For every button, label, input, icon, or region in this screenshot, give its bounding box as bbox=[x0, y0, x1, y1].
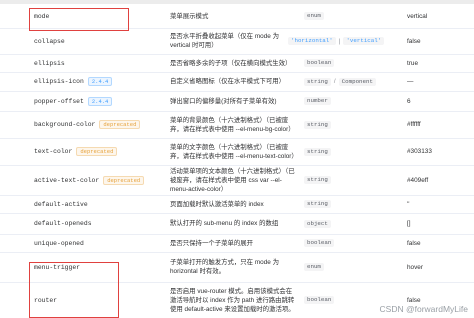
attr-name: text-color bbox=[34, 148, 73, 155]
table-row: popper-offset 2.4.4 弹出窗口的偏移量(对所有子菜单有效) nu… bbox=[0, 91, 474, 112]
table-row: default-active 页面加载时默认激活菜单的 index string… bbox=[0, 195, 474, 214]
attr-name: popper-offset bbox=[34, 97, 84, 105]
attr-default: '' bbox=[407, 200, 410, 208]
attr-desc: 子菜单打开的触发方式，只在 mode 为 horizontal 时有效。 bbox=[170, 259, 280, 275]
attr-desc: 弹出窗口的偏移量(对所有子菜单有效) bbox=[170, 97, 277, 105]
attr-desc: 菜单的背景颜色（十六进制格式）（已被废弃，请在样式表中使用 --el-menu-… bbox=[170, 116, 295, 133]
attr-default: [] bbox=[407, 220, 411, 227]
attr-name: default-active bbox=[34, 200, 88, 208]
table-row: active-text-color deprecated 活动菜单项的文本颜色（十… bbox=[0, 165, 474, 196]
attr-default: #409eff bbox=[407, 176, 429, 184]
attr-desc: 自定义省略图标（仅在水平模式下可用） bbox=[170, 78, 286, 85]
attr-type: object bbox=[304, 219, 331, 228]
attr-default: 6 bbox=[407, 97, 411, 105]
table-row: default-openeds 默认打开的 sub-menu 的 index 的… bbox=[0, 213, 474, 235]
attr-default: true bbox=[407, 59, 419, 67]
attr-type: string bbox=[304, 147, 331, 156]
attr-name: unique-opened bbox=[34, 239, 84, 247]
table-row: ellipsis 是否省略多余的子项（仅在横向模式生效） boolean tru… bbox=[0, 54, 474, 73]
attr-type: 'horizontal' bbox=[288, 37, 336, 45]
attr-default: false bbox=[407, 239, 421, 247]
table-row: ellipsis-icon 2.4.4 自定义省略图标（仅在水平模式下可用） st… bbox=[0, 72, 474, 92]
attr-default: — bbox=[407, 78, 414, 85]
attr-name: background-color bbox=[34, 121, 96, 128]
watermark: CSDN @forwardMyLife bbox=[379, 304, 468, 314]
attr-name: ellipsis bbox=[34, 59, 65, 67]
attr-name: ellipsis-icon bbox=[34, 78, 84, 85]
attr-desc: 菜单展示模式 bbox=[170, 12, 209, 20]
attr-default: #ffffff bbox=[407, 121, 421, 128]
attr-default: false bbox=[407, 37, 421, 45]
attr-desc: 是否启用 vue-router 模式。启用该模式会在激活导航时以 index 作… bbox=[170, 287, 295, 313]
attr-type: boolean bbox=[304, 59, 335, 67]
version-tag: 2.4.4 bbox=[87, 77, 113, 86]
table-row: unique-opened 是否只保持一个子菜单的展开 boolean fals… bbox=[0, 234, 474, 253]
attr-type: number bbox=[304, 97, 331, 105]
deprecated-tag: deprecated bbox=[76, 147, 118, 156]
attr-default: #303133 bbox=[407, 148, 432, 155]
highlight-box-mode bbox=[29, 8, 129, 31]
highlight-box-router bbox=[29, 262, 119, 318]
attr-desc: 是否只保持一个子菜单的展开 bbox=[170, 239, 254, 247]
attr-type: string bbox=[304, 120, 331, 129]
attr-desc: 页面加载时默认激活菜单的 index bbox=[170, 200, 264, 208]
attr-type: string bbox=[304, 77, 331, 86]
attr-desc: 默认打开的 sub-menu 的 index 的数组 bbox=[170, 220, 279, 227]
attr-type: enum bbox=[304, 263, 324, 271]
attr-type: Component bbox=[338, 77, 376, 86]
attr-type: 'vertical' bbox=[343, 37, 385, 45]
deprecated-tag: deprecated bbox=[103, 175, 145, 185]
attr-desc: 是否水平折叠收起菜单（仅在 mode 为 vertical 时可用） bbox=[170, 33, 280, 49]
table-row: collapse 是否水平折叠收起菜单（仅在 mode 为 vertical 时… bbox=[0, 28, 474, 55]
table-row: text-color deprecated 菜单的文字颜色（十六进制格式）（已被废… bbox=[0, 138, 474, 166]
attr-type: enum bbox=[304, 12, 324, 20]
attr-desc: 活动菜单项的文本颜色（十六进制格式）（已被废弃，请在样式表中使用 css var… bbox=[170, 167, 295, 193]
attr-default: hover bbox=[407, 263, 423, 271]
deprecated-tag: deprecated bbox=[99, 120, 141, 129]
attr-type: string bbox=[304, 176, 331, 184]
version-tag: 2.4.4 bbox=[87, 96, 113, 106]
attr-desc: 是否省略多余的子项（仅在横向模式生效） bbox=[170, 59, 292, 67]
attr-type: string bbox=[304, 200, 331, 208]
attr-desc: 菜单的文字颜色（十六进制格式）（已被废弃，请在样式表中使用 --el-menu-… bbox=[170, 143, 298, 160]
attr-type: boolean bbox=[304, 296, 335, 304]
attr-name: collapse bbox=[34, 37, 65, 45]
attr-default: vertical bbox=[407, 12, 428, 20]
table-row: background-color deprecated 菜单的背景颜色（十六进制格… bbox=[0, 111, 474, 139]
attr-name: active-text-color bbox=[34, 176, 100, 184]
attr-name: default-openeds bbox=[34, 220, 92, 227]
attr-type: boolean bbox=[304, 239, 335, 247]
